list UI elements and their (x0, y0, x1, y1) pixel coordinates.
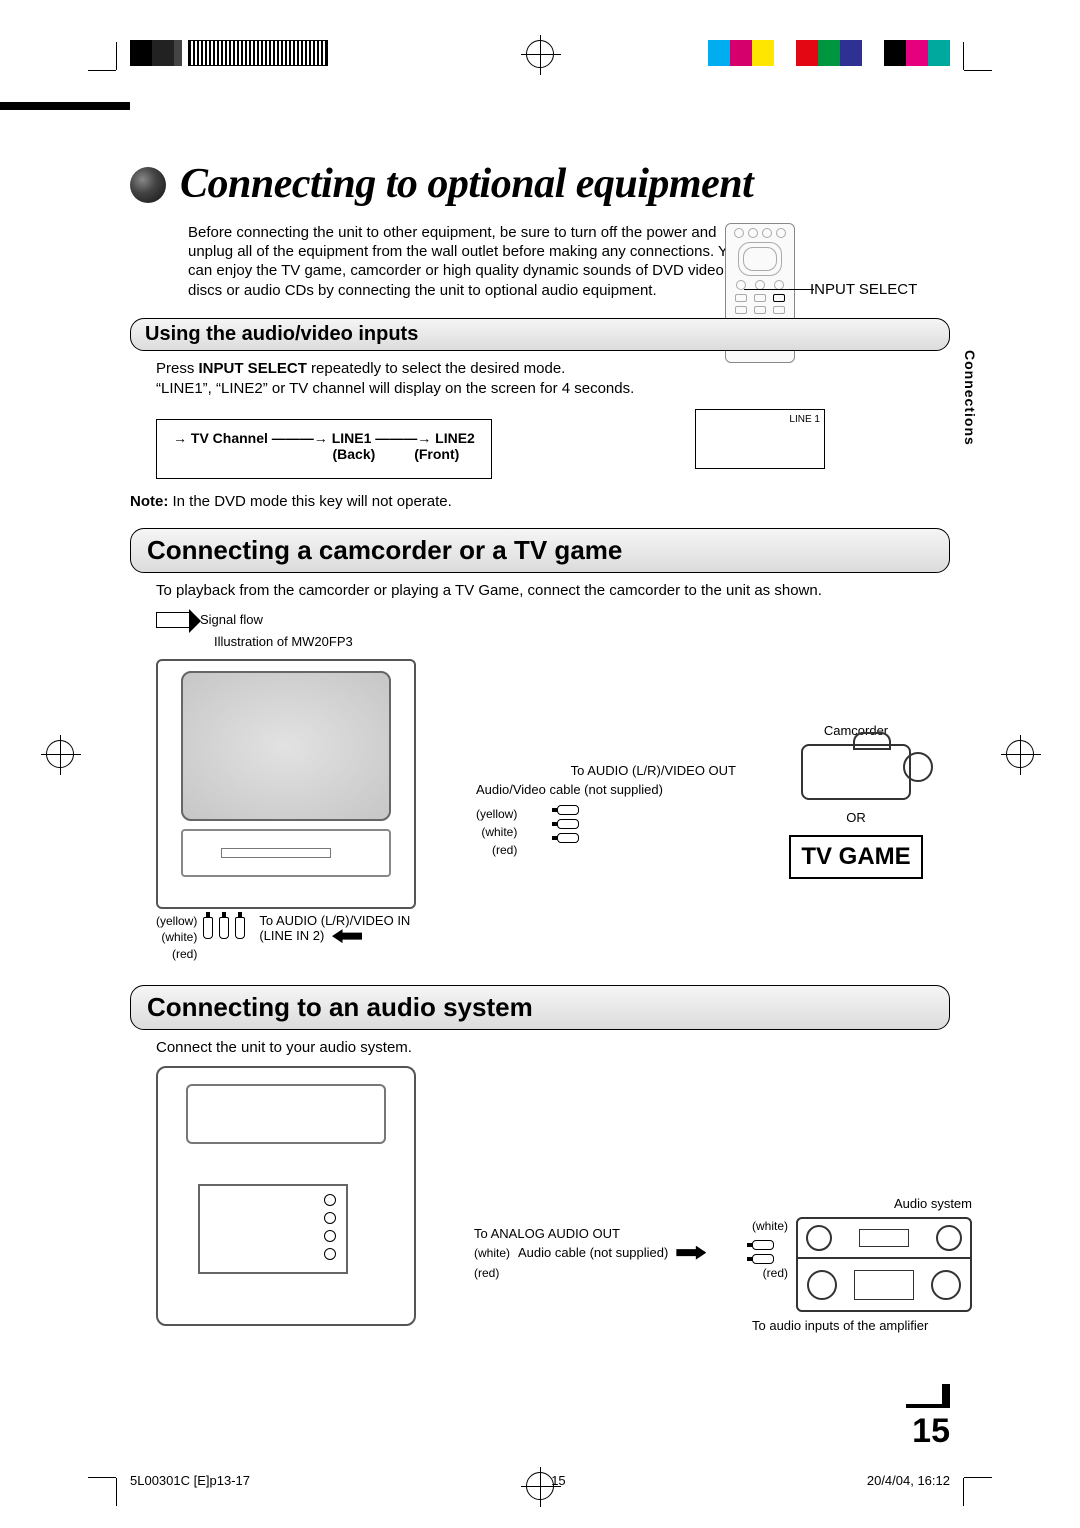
crosshair-icon (526, 40, 554, 68)
av-cable-label: Audio/Video cable (not supplied) (476, 782, 736, 797)
section-heading-camcorder: Connecting a camcorder or a TV game (130, 528, 950, 573)
registration-grayscale (130, 40, 328, 66)
footer-docid: 5L00301C [E]p13-17 (130, 1473, 250, 1488)
intro-paragraph: Before connecting the unit to other equi… (188, 223, 748, 300)
tv-rear-icon (156, 1066, 416, 1326)
page-content: Connections Connecting to optional equip… (130, 160, 950, 1333)
section-heading-av-inputs: Using the audio/video inputs (130, 318, 950, 351)
camcorder-connection-diagram: Signal flow Illustration of MW20FP3 (yel… (156, 612, 950, 963)
crop-mark (964, 70, 992, 71)
analog-out-label: To ANALOG AUDIO OUT (474, 1226, 734, 1241)
section3-text: Connect the unit to your audio system. (156, 1038, 950, 1058)
input-select-label: INPUT SELECT (810, 281, 950, 298)
footer-metadata: 5L00301C [E]p13-17 15 20/4/04, 16:12 (130, 1473, 950, 1488)
crop-mark (964, 1477, 992, 1478)
audio-system-diagram: To ANALOG AUDIO OUT (white) Audio cable … (156, 1066, 950, 1333)
page-number: 15 (906, 1404, 950, 1451)
tv-unit-icon (156, 659, 416, 909)
tv-game-box: TV GAME (789, 835, 922, 879)
signal-arrow-left-icon (332, 929, 362, 943)
crop-mark (963, 1478, 964, 1506)
camcorder-icon (801, 744, 911, 800)
osd-box: LINE 1 (695, 409, 825, 469)
crop-mark (963, 42, 964, 70)
crop-mark (88, 1477, 116, 1478)
callout-line (744, 289, 814, 290)
crop-mark (116, 42, 117, 70)
section1-text: Press INPUT SELECT repeatedly to select … (156, 359, 950, 400)
input-select-button-icon (773, 294, 785, 302)
footer-page: 15 (551, 1473, 565, 1488)
page-edge-rule (0, 102, 130, 110)
page-title: Connecting to optional equipment (130, 160, 950, 208)
audio-system-label: Audio system (752, 1196, 972, 1211)
signal-arrow-right-icon (676, 1246, 706, 1260)
rca-jack-icon (557, 805, 579, 815)
amp-inputs-label: To audio inputs of the amplifier (752, 1318, 972, 1333)
rca-plugs-icon (203, 917, 245, 939)
section2-text: To playback from the camcorder or playin… (156, 581, 950, 601)
page-title-text: Connecting to optional equipment (180, 161, 753, 207)
to-av-out-label: To AUDIO (L/R)/VIDEO OUT (476, 763, 736, 778)
crosshair-icon (1006, 740, 1034, 768)
section1-note: Note: In the DVD mode this key will not … (130, 493, 950, 510)
crop-mark (116, 1478, 117, 1506)
signal-flow-icon (156, 612, 190, 628)
footer-date: 20/4/04, 16:12 (867, 1473, 950, 1488)
amplifier-icon (796, 1217, 972, 1312)
sphere-bullet-icon (130, 167, 166, 203)
side-tab-connections: Connections (958, 350, 978, 446)
crop-mark (88, 70, 116, 71)
registration-color (708, 40, 950, 66)
crosshair-icon (46, 740, 74, 768)
or-label: OR (756, 810, 956, 825)
illustration-label: Illustration of MW20FP3 (214, 634, 950, 649)
section-heading-audio-system: Connecting to an audio system (130, 985, 950, 1030)
mode-cycle-diagram: → TV Channel ———→ LINE1 ———→ LINE2 (Back… (156, 419, 492, 479)
